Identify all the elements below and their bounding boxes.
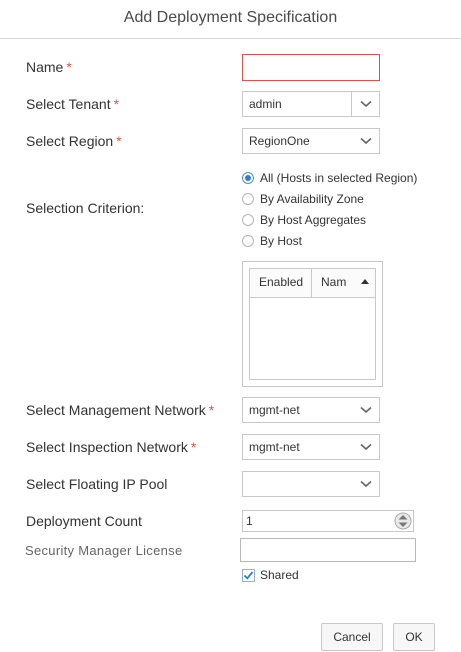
column-header-name[interactable]: Nam	[312, 269, 375, 297]
management-network-label-text: Select Management Network	[26, 402, 206, 418]
radio-by-host[interactable]: By Host	[242, 233, 302, 249]
region-label: Select Region *	[26, 132, 122, 150]
management-network-select[interactable]: mgmt-net	[242, 397, 380, 423]
radio-availability-zone[interactable]: By Availability Zone	[242, 191, 364, 207]
chevron-down-icon	[352, 435, 379, 459]
deployment-count-label: Deployment Count	[26, 513, 142, 529]
name-label-text: Name	[26, 59, 64, 75]
region-label-text: Select Region	[26, 133, 114, 149]
radio-label: All (Hosts in selected Region)	[260, 171, 418, 185]
chevron-down-icon	[352, 472, 379, 496]
inspection-network-value: mgmt-net	[249, 440, 300, 454]
management-network-value: mgmt-net	[249, 403, 300, 417]
region-select-value: RegionOne	[249, 134, 310, 148]
required-marker: *	[116, 133, 122, 149]
radio-label: By Availability Zone	[260, 192, 364, 206]
chevron-down-icon	[351, 92, 379, 116]
required-marker: *	[113, 96, 120, 112]
sort-ascending-icon	[361, 279, 369, 284]
deployment-count-value: 1	[246, 514, 253, 528]
column-header-enabled[interactable]: Enabled	[250, 269, 312, 297]
tenant-select-value: admin	[249, 97, 282, 111]
hosts-table-header: Enabled Nam	[250, 269, 375, 298]
name-input[interactable]	[242, 54, 380, 81]
radio-host-aggregates[interactable]: By Host Aggregates	[242, 212, 366, 228]
tenant-label-text: Select Tenant	[26, 96, 111, 112]
spinner-arrows-icon[interactable]	[394, 512, 412, 530]
chevron-down-icon	[352, 129, 379, 153]
management-network-label: Select Management Network *	[26, 401, 214, 419]
dialog-title: Add Deployment Specification	[0, 0, 461, 39]
tenant-select[interactable]: admin	[242, 91, 380, 117]
criterion-label: Selection Criterion:	[26, 200, 145, 216]
license-label: Security Manager License	[25, 543, 183, 558]
tenant-label: Select Tenant *	[26, 95, 119, 113]
ok-button[interactable]: OK	[393, 623, 435, 651]
required-marker: *	[190, 439, 197, 455]
license-input[interactable]	[240, 538, 416, 562]
deployment-count-spinner[interactable]: 1	[242, 510, 414, 532]
chevron-down-icon	[352, 398, 379, 422]
radio-all-hosts[interactable]: All (Hosts in selected Region)	[242, 170, 417, 186]
shared-label: Shared	[260, 568, 299, 582]
radio-icon	[242, 193, 254, 205]
hosts-table: Enabled Nam	[249, 268, 376, 380]
radio-label: By Host	[260, 234, 303, 248]
shared-checkbox-row[interactable]: Shared	[242, 568, 299, 582]
region-select[interactable]: RegionOne	[242, 128, 380, 154]
required-marker: *	[208, 402, 215, 418]
column-header-name-text: Nam	[321, 275, 347, 289]
inspection-network-label: Select Inspection Network *	[26, 438, 196, 456]
checkbox-checked-icon[interactable]	[242, 568, 255, 582]
radio-label: By Host Aggregates	[260, 213, 367, 227]
name-label: Name *	[26, 58, 72, 76]
cancel-button[interactable]: Cancel	[321, 623, 383, 651]
radio-icon	[242, 235, 254, 247]
floating-ip-pool-label: Select Floating IP Pool	[26, 476, 168, 492]
hosts-table-panel: Enabled Nam	[242, 261, 383, 387]
inspection-network-select[interactable]: mgmt-net	[242, 434, 380, 460]
inspection-network-label-text: Select Inspection Network	[26, 439, 188, 455]
radio-selected-icon	[242, 172, 254, 184]
radio-icon	[242, 214, 254, 226]
floating-ip-pool-select[interactable]	[242, 471, 380, 497]
required-marker: *	[66, 59, 72, 75]
